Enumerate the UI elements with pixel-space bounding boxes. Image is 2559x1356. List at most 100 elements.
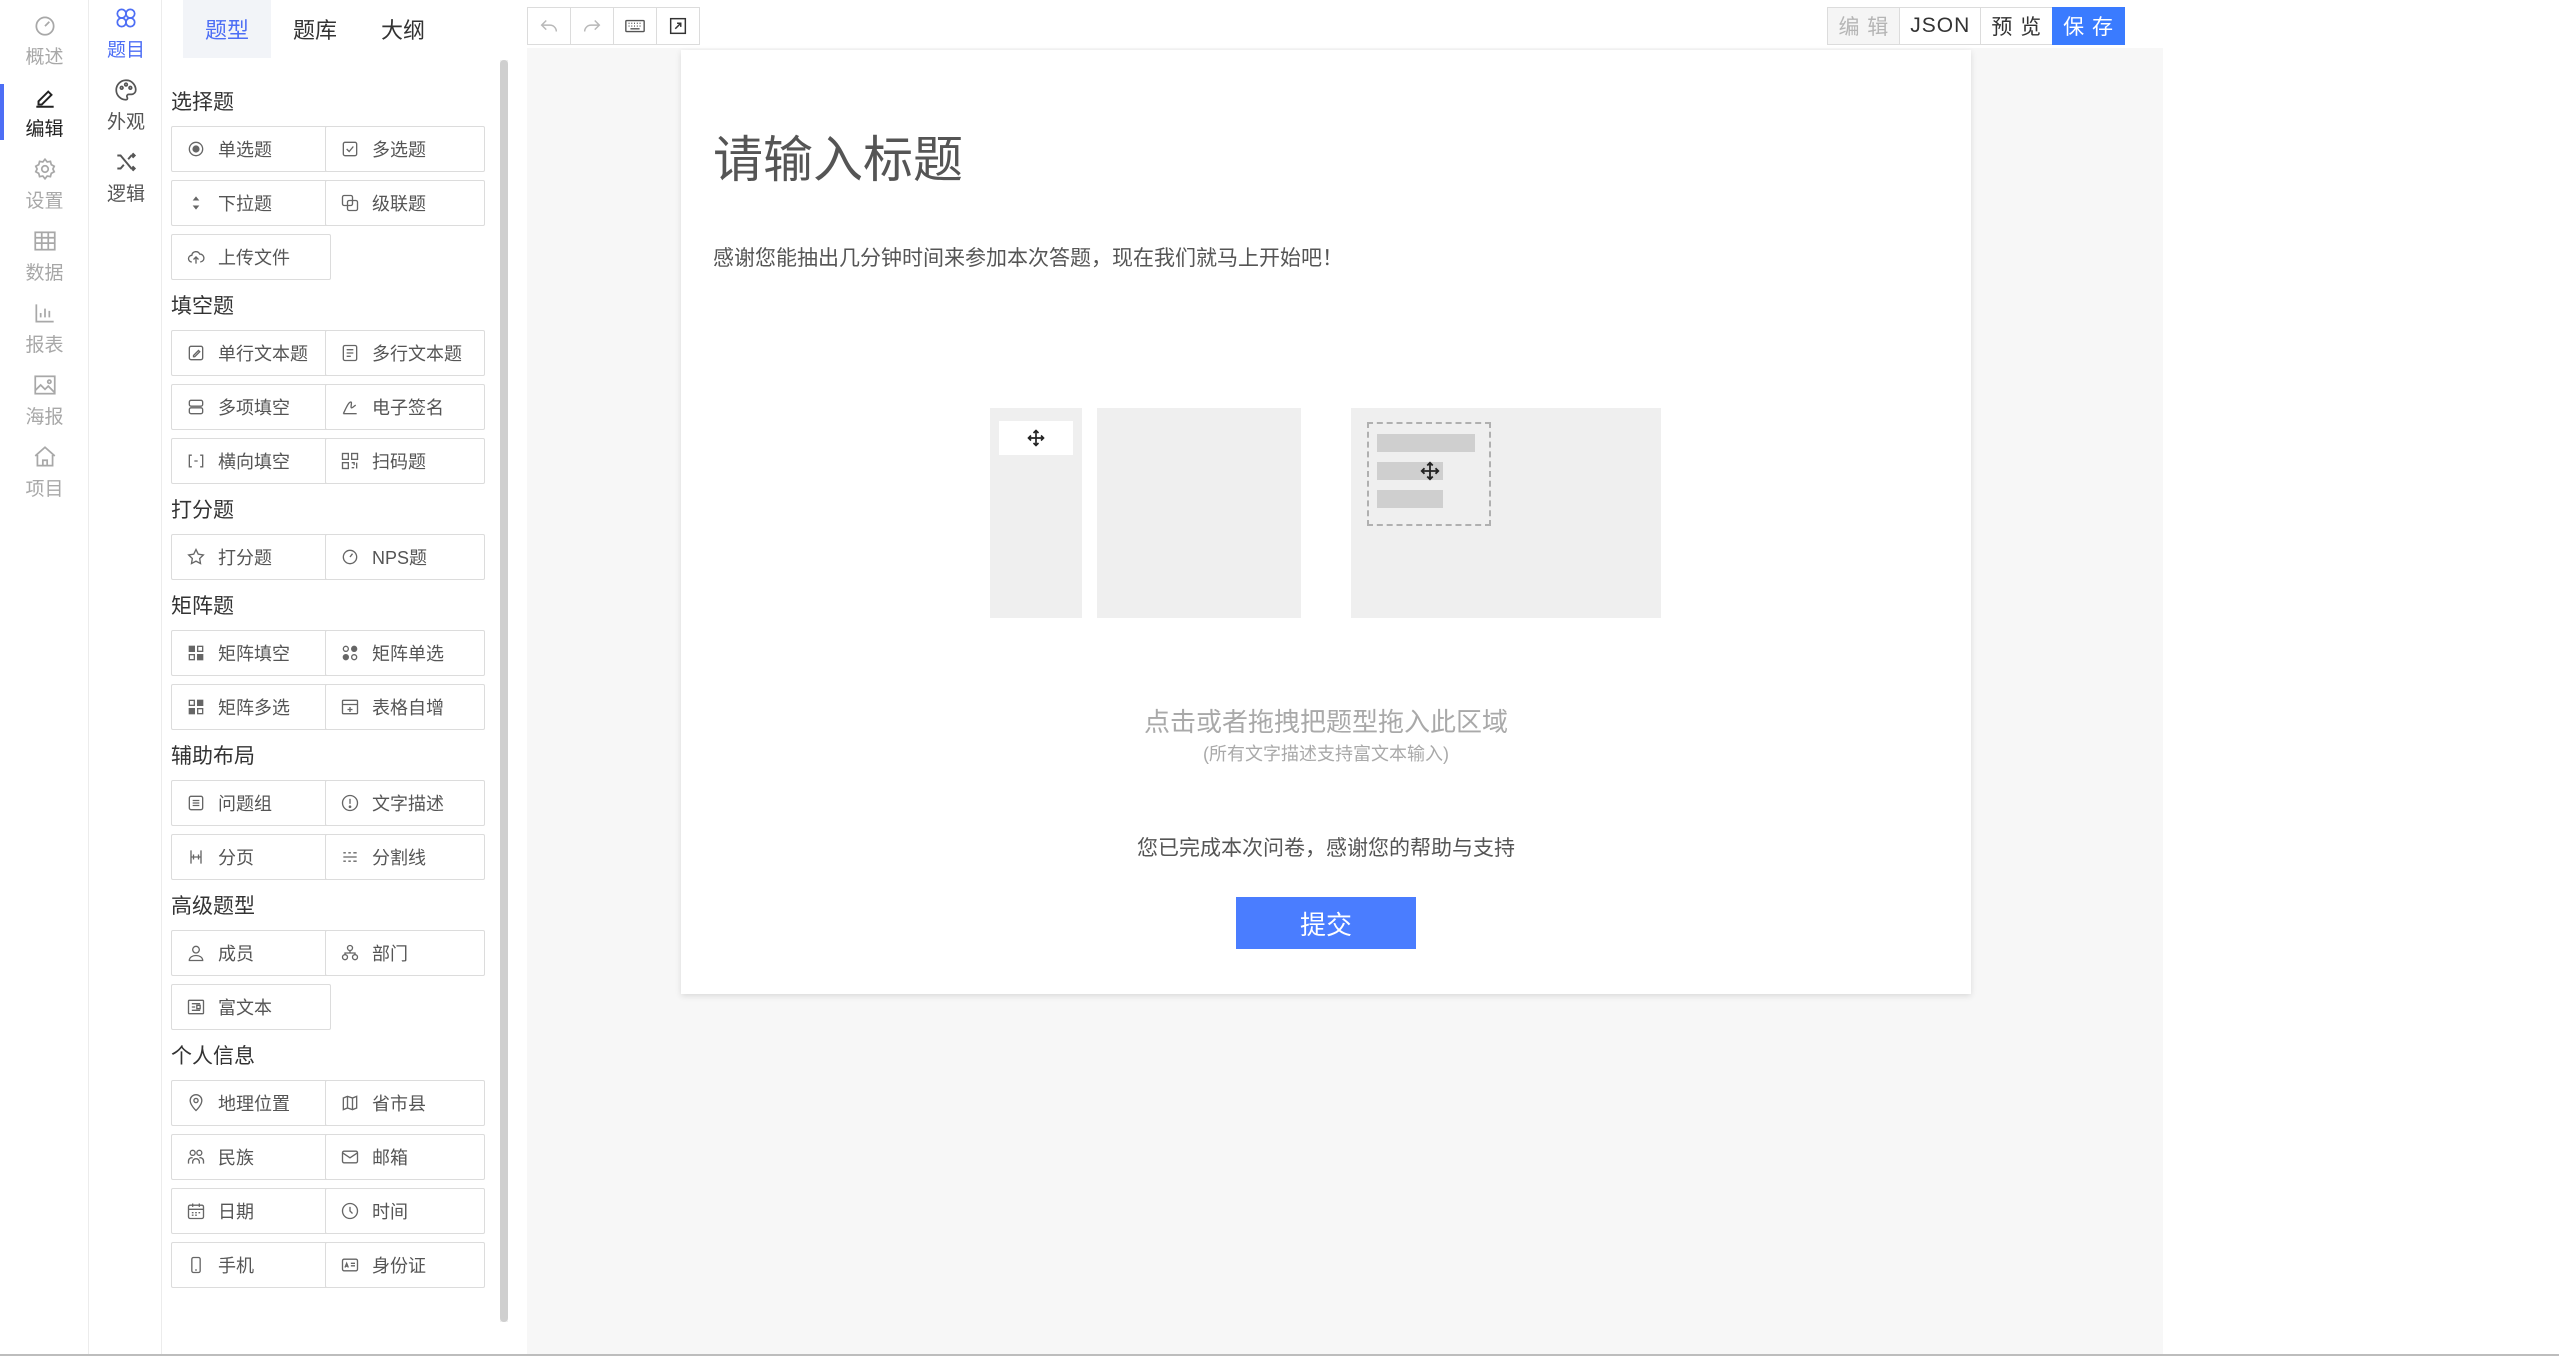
widget-button[interactable]: 矩阵填空 <box>171 630 331 676</box>
nav-item-overview[interactable]: 概述 <box>0 8 89 72</box>
nav2-item-appearance[interactable]: 外观 <box>90 72 162 138</box>
widget-button[interactable]: 文字描述 <box>325 780 485 826</box>
widget-label: 身份证 <box>372 1256 426 1276</box>
widget-button[interactable]: 日期 <box>171 1188 331 1234</box>
widget-button[interactable]: 多选题 <box>325 126 485 172</box>
widget-label: 日期 <box>218 1202 254 1222</box>
primary-nav: 概述 编辑 设置 数据 报表 海报 项目 <box>0 0 89 1356</box>
submit-button[interactable]: 提交 <box>1236 897 1416 949</box>
section-title: 矩阵题 <box>171 595 234 618</box>
widget-button[interactable]: 上传文件 <box>171 234 331 280</box>
preview-button[interactable]: 预 览 <box>1980 7 2054 45</box>
json-button[interactable]: JSON <box>1899 7 1982 45</box>
user-icon <box>188 945 204 962</box>
section-title: 选择题 <box>171 91 234 114</box>
nav-item-project[interactable]: 项目 <box>0 440 89 504</box>
widget-button[interactable]: 手机 <box>171 1242 331 1288</box>
document-icon <box>342 344 358 362</box>
widget-label: 多行文本题 <box>372 344 462 364</box>
tab-question-bank[interactable]: 题库 <box>271 0 359 58</box>
widget-button[interactable]: 地理位置 <box>171 1080 331 1126</box>
form-description[interactable]: 感谢您能抽出几分钟时间来参加本次答题，现在我们就马上开始吧！ <box>713 242 1343 272</box>
palette-icon <box>115 78 137 101</box>
redo-button[interactable] <box>570 7 614 45</box>
edit-button[interactable]: 编 辑 <box>1827 7 1901 45</box>
move-icon <box>1027 429 1045 447</box>
illustration-column-target <box>1351 408 1661 618</box>
widget-button[interactable]: 多项填空 <box>171 384 331 430</box>
mail-icon <box>341 1150 359 1164</box>
widget-button[interactable]: 电子签名 <box>325 384 485 430</box>
widget-button[interactable]: 下拉题 <box>171 180 331 226</box>
widget-button[interactable]: 扫码题 <box>325 438 485 484</box>
nav-label: 设置 <box>25 190 64 212</box>
divider-icon <box>343 852 357 862</box>
widget-button[interactable]: 部门 <box>325 930 485 976</box>
widget-button[interactable]: 矩阵多选 <box>171 684 331 730</box>
nav-label: 编辑 <box>25 118 64 140</box>
org-icon <box>341 944 359 961</box>
form-title[interactable]: 请输入标题 <box>713 120 963 192</box>
illustration-column-narrow <box>990 408 1082 618</box>
widget-button[interactable]: NPS题 <box>325 534 485 580</box>
widget-button[interactable]: 富文本 <box>171 984 331 1030</box>
widget-label: 级联题 <box>372 194 426 214</box>
widget-button[interactable]: 多行文本题 <box>325 330 485 376</box>
group-icon <box>188 795 204 811</box>
widget-button[interactable]: 单行文本题 <box>171 330 331 376</box>
nav-item-data[interactable]: 数据 <box>0 224 89 288</box>
widget-button[interactable]: 省市县 <box>325 1080 485 1126</box>
nav2-item-logic[interactable]: 逻辑 <box>90 144 162 210</box>
tab-question-types[interactable]: 题型 <box>183 0 272 58</box>
widget-button[interactable]: 民族 <box>171 1134 331 1180</box>
sort-icon <box>192 196 200 210</box>
nav-item-report[interactable]: 报表 <box>0 296 89 360</box>
widget-button[interactable]: 成员 <box>171 930 331 976</box>
cloud-upload-icon <box>187 251 205 264</box>
tab-outline[interactable]: 大纲 <box>359 0 447 58</box>
undo-button[interactable] <box>527 7 571 45</box>
widget-button[interactable]: 分割线 <box>325 834 485 880</box>
rows-icon <box>188 399 204 415</box>
matrix-fill-icon <box>188 645 204 661</box>
widget-label: 多项填空 <box>218 398 290 418</box>
redo-icon <box>583 19 601 32</box>
dashboard-icon <box>34 16 55 36</box>
nav2-item-questions[interactable]: 题目 <box>90 0 162 66</box>
panel-scrollbar[interactable] <box>500 60 508 1322</box>
widget-button[interactable]: 身份证 <box>325 1242 485 1288</box>
section-title: 高级题型 <box>171 895 255 918</box>
widget-label: 部门 <box>372 944 408 964</box>
widget-button[interactable]: 横向填空 <box>171 438 331 484</box>
table-add-icon <box>341 699 359 715</box>
drop-hint-sub: (所有文字描述支持富文本输入) <box>1203 744 1449 764</box>
alert-icon <box>341 794 359 812</box>
pen-icon <box>35 89 54 108</box>
toolbar-right: 编 辑 JSON 预 览 保 存 <box>1827 7 2125 45</box>
widget-button[interactable]: 级联题 <box>325 180 485 226</box>
finish-text[interactable]: 您已完成本次问卷，感谢您的帮助与支持 <box>681 832 1971 862</box>
nav-label: 报表 <box>25 334 64 356</box>
id-card-icon <box>341 1258 359 1272</box>
widget-button[interactable]: 时间 <box>325 1188 485 1234</box>
drop-hint[interactable]: 点击或者拖拽把题型拖入此区域 <box>681 702 1971 739</box>
nav-item-settings[interactable]: 设置 <box>0 152 89 216</box>
nav-label: 概述 <box>25 46 64 68</box>
nav-item-poster[interactable]: 海报 <box>0 368 89 432</box>
export-button[interactable] <box>656 7 700 45</box>
widget-button[interactable]: 单选题 <box>171 126 331 172</box>
widget-label: 矩阵单选 <box>372 644 444 664</box>
widget-button[interactable]: 矩阵单选 <box>325 630 485 676</box>
keyboard-button[interactable] <box>613 7 657 45</box>
widget-label: 扫码题 <box>372 452 426 472</box>
bar-chart-icon <box>34 303 54 323</box>
widget-button[interactable]: 邮箱 <box>325 1134 485 1180</box>
qrcode-icon <box>341 452 359 470</box>
move-icon <box>1420 461 1440 481</box>
widget-button[interactable]: 分页 <box>171 834 331 880</box>
widget-button[interactable]: 问题组 <box>171 780 331 826</box>
save-button[interactable]: 保 存 <box>2052 7 2125 45</box>
widget-button[interactable]: 表格自增 <box>325 684 485 730</box>
widget-button[interactable]: 打分题 <box>171 534 331 580</box>
nav-item-edit[interactable]: 编辑 <box>0 80 89 144</box>
